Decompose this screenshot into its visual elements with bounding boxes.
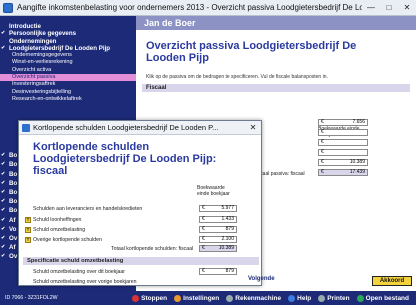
dialog-row-schuld-omzet-boekjaar: Schuld omzetbelasting over dit boekjaar … (19, 268, 261, 276)
dialog-heading: Kortlopende schulden Loodgietersbedrijf … (33, 141, 217, 177)
row-value-input[interactable]: €5.977 (199, 205, 237, 212)
dialog-row: T Schuld loonheffingen €1.433 (19, 216, 261, 224)
passiva-value-input[interactable]: € (318, 149, 368, 156)
sidebar-item[interactable]: Introductie (0, 23, 136, 30)
dialog-app-icon (22, 123, 30, 132)
dialog-row: T Schuld omzetbelasting €879 (19, 226, 261, 234)
row-label: Overige kortlopende schulden (33, 237, 102, 243)
sidebar-item[interactable]: Persoonlijke gegevens (0, 30, 136, 37)
sidebar-item[interactable]: Winst-en-verliesrekening (0, 59, 136, 66)
row-label: Schuld loonheffingen (33, 217, 82, 223)
dialog-total-row: Totaal kortlopende schulden: fiscaal €10… (19, 245, 261, 253)
passiva-value-input[interactable]: €7.656 (318, 119, 368, 126)
row-label: Schuld omzetbelasting over vorige boekja… (33, 279, 137, 285)
sidebar-item[interactable]: Desinvesteringsbijtelling (0, 89, 136, 96)
minimize-button[interactable]: — (362, 0, 380, 16)
passiva-value-input[interactable]: €10.389 (318, 159, 368, 166)
user-name-bar: Jan de Boer (136, 16, 416, 30)
maximize-button[interactable]: □ (380, 0, 398, 16)
toelichting-button[interactable]: T (25, 237, 31, 243)
dialog-section-specificatie: Specificatie schuld omzetbelasting (23, 257, 259, 265)
section-header-fiscaal: Fiscaal (142, 84, 410, 92)
toolbar-button-stoppen[interactable]: Stoppen (132, 294, 167, 302)
toolbar-icon (318, 294, 326, 302)
dialog-row-schuld-omzet-vorige: Schuld omzetbelasting over vorige boekja… (19, 278, 261, 285)
row-label: Schuld omzetbelasting over dit boekjaar (33, 269, 125, 275)
window-title: Aangifte inkomstenbelasting voor onderne… (17, 3, 362, 12)
sidebar-item[interactable]: Research-en-ontwikkelaftrek (0, 96, 136, 103)
toolbar-icon (226, 294, 234, 302)
toolbar-icon (356, 294, 364, 302)
sidebar-item[interactable]: Loodgietersbedrijf De Looden Pijp (0, 45, 136, 52)
toolbar-icon (288, 294, 296, 302)
toolbar-icon (132, 294, 140, 302)
toolbar-button-printen[interactable]: Printen (318, 294, 350, 302)
passiva-value-input[interactable]: € (318, 129, 368, 136)
toelichting-button[interactable]: T (25, 217, 31, 223)
schuld-omzet-boekjaar-input[interactable]: €879 (199, 268, 237, 275)
dialog-title: Kortlopende schulden Loodgietersbedrijf … (33, 123, 219, 132)
sidebar-item[interactable]: Overzicht activa (0, 67, 136, 74)
row-value-input[interactable]: €879 (199, 226, 237, 233)
row-label: Schulden aan leveranciers en handelskred… (33, 206, 143, 212)
dialog-row: Schulden aan leveranciers en handelskred… (19, 205, 261, 213)
toolbar-icon (174, 294, 182, 302)
toolbar-button-rekenmachine[interactable]: Rekenmachine (226, 294, 281, 302)
window-titlebar: Aangifte inkomstenbelasting voor onderne… (0, 0, 416, 16)
dialog-total-label: Totaal kortlopende schulden: fiscaal (111, 246, 194, 252)
toelichting-button[interactable]: T (25, 227, 31, 233)
total-passiva-value: €17.439 (318, 169, 368, 176)
kortlopende-schulden-dialog: Kortlopende schulden Loodgietersbedrijf … (18, 120, 262, 286)
page-title: Overzicht passiva Loodgietersbedrijf De … (146, 40, 357, 64)
dialog-total-value: €10.389 (199, 245, 237, 252)
row-value-input[interactable]: €1.433 (199, 216, 237, 223)
close-button[interactable]: ✕ (398, 0, 416, 16)
sidebar-item[interactable]: Ondernemingsgegevens (0, 52, 136, 59)
app-icon (3, 2, 13, 13)
dialog-close-button[interactable]: ✕ (245, 123, 261, 132)
bottom-toolbar: ID 7066 - 3Z31FOL2W Stoppen Instellingen R… (0, 291, 416, 305)
row-label: Schuld omzetbelasting (33, 227, 86, 233)
dialog-titlebar: Kortlopende schulden Loodgietersbedrijf … (19, 121, 261, 135)
total-passiva-label: Totaal passiva: fiscaal (256, 171, 305, 177)
akkoord-button[interactable]: Akkoord (372, 276, 412, 286)
next-button[interactable]: Volgende (248, 276, 275, 282)
session-id: ID 7066 - 3Z31FOL2W (5, 295, 58, 301)
toolbar-button-help[interactable]: Help (288, 294, 311, 302)
passiva-value-input[interactable]: € (318, 139, 368, 146)
row-value-input[interactable]: €2.100 (199, 236, 237, 243)
page-intro: Klik op de passiva om de bedragen te spe… (146, 74, 328, 80)
dialog-row: T Overige kortlopende schulden €2.100 (19, 236, 261, 244)
toolbar-button-instellingen[interactable]: Instellingen (174, 294, 219, 302)
dialog-column-header: Boekwaarde einde boekjaar (197, 185, 230, 197)
sidebar-item[interactable]: Investeringsaftrek (0, 81, 136, 88)
toolbar-button-open-bestand[interactable]: Open bestand (356, 294, 409, 302)
sidebar-item[interactable]: Overzicht passiva (0, 74, 136, 82)
sidebar-item[interactable]: Ondernemingen (0, 38, 136, 45)
